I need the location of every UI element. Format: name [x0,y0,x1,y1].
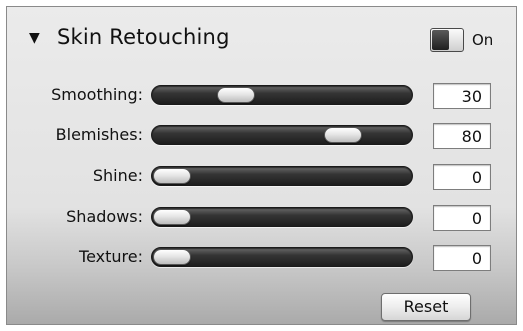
slider-value-field[interactable]: 80 [433,123,491,149]
slider-value-field[interactable]: 0 [433,245,491,271]
slider-label: Smoothing: [51,85,143,104]
slider-row-smoothing: Smoothing: 30 [7,77,516,117]
toggle-label: On [472,31,494,49]
reset-button[interactable]: Reset [381,293,471,321]
slider-thumb[interactable] [153,249,191,265]
slider-thumb[interactable] [324,127,363,143]
panel-header: ▼ Skin Retouching On [7,7,516,71]
slider-label: Texture: [79,247,143,266]
slider-row-texture: Texture: 0 [7,239,516,279]
slider-thumb[interactable] [153,168,191,184]
slider-row-shine: Shine: 0 [7,158,516,198]
slider-label: Shine: [92,166,143,185]
slider-label: Blemishes: [55,125,143,144]
on-off-toggle[interactable] [430,28,464,52]
slider-thumb[interactable] [217,87,256,103]
slider-row-blemishes: Blemishes: 80 [7,117,516,157]
slider-row-shadows: Shadows: 0 [7,199,516,239]
slider-thumb[interactable] [153,209,191,225]
toggle-knob [432,30,449,50]
slider-track[interactable] [151,125,413,145]
slider-track[interactable] [151,85,413,105]
disclosure-triangle-icon[interactable]: ▼ [29,30,40,46]
slider-value-field[interactable]: 0 [433,164,491,190]
slider-value-field[interactable]: 0 [433,205,491,231]
slider-label: Shadows: [66,207,143,226]
panel-title: Skin Retouching [57,25,230,49]
slider-value-field[interactable]: 30 [433,83,491,109]
skin-retouching-panel: ▼ Skin Retouching On Smoothing: 30 Blemi… [6,6,517,325]
